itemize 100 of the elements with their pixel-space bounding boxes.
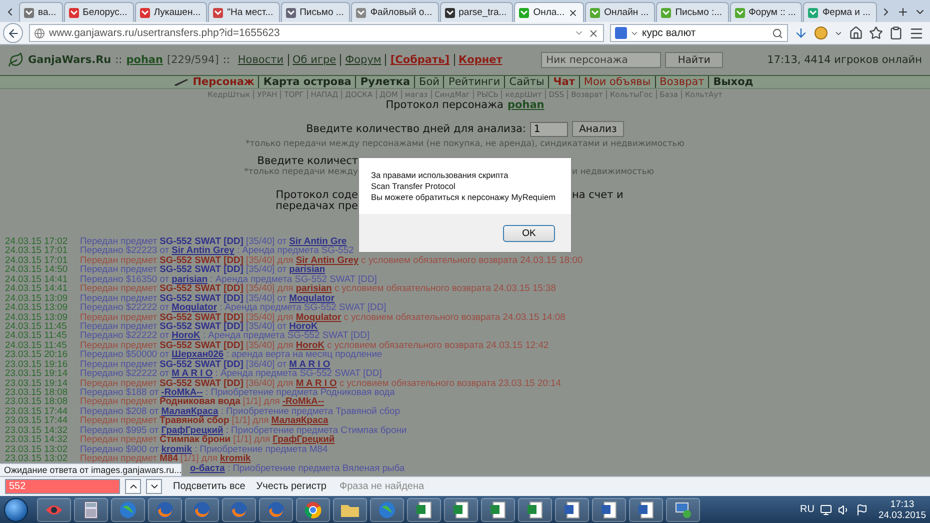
player-link[interactable]: -RoMkA-- <box>282 395 324 406</box>
nav-link[interactable]: Об игре <box>288 54 340 66</box>
note-text: *только передачи между персонажами (не покупка, не аренда), синдикатами и недвижимостью <box>244 139 686 149</box>
taskbar-button[interactable] <box>555 498 589 522</box>
browser-tab[interactable]: Онлайн ... <box>585 2 656 22</box>
menu-item[interactable]: Чат <box>548 76 579 88</box>
player-link[interactable]: HoroK <box>296 338 325 350</box>
player-link[interactable]: Шерхан026 <box>172 348 224 360</box>
previous-button[interactable] <box>125 479 141 494</box>
player-link[interactable]: Moqulator <box>172 301 217 312</box>
home-icon[interactable] <box>849 26 863 40</box>
taskbar-button[interactable] <box>333 498 367 522</box>
log-message: Передан предмет SG-552 SWAT [DD] [35/40] для Sir Antin Grey с условием обязательного возврата 24.03.15 18:00 <box>80 254 583 264</box>
browser-tab[interactable]: ва... <box>19 2 63 22</box>
browser-tab[interactable]: "На мест... <box>208 2 280 22</box>
page-title: Протокол персонажа <box>386 99 504 111</box>
taskbar-button[interactable] <box>407 498 441 522</box>
player-link[interactable]: parisian <box>296 282 332 294</box>
flag-icon[interactable] <box>856 504 868 516</box>
menu-item[interactable]: Сайты <box>504 76 548 88</box>
log-message: Передан предмет SG-552 SWAT [DD] [35/40] для Moqulator с условием обязательного возврата 24.03.15 14:08 <box>80 312 566 321</box>
taskbar-button[interactable] <box>444 498 478 522</box>
site-icon <box>23 6 35 18</box>
back-button[interactable] <box>3 23 23 43</box>
log-message: Передано $50000 от Шерхан026 : аренда верта на месяц продление <box>80 349 382 359</box>
close-icon[interactable] <box>568 8 578 18</box>
download-icon[interactable] <box>794 26 808 40</box>
user-link[interactable]: pohan <box>507 99 544 111</box>
browser-icon <box>156 500 174 518</box>
player-link[interactable]: kromik <box>220 452 251 464</box>
browser-tab[interactable]: Письмо ... <box>280 2 350 22</box>
highlight-all-button[interactable]: Подсветить все <box>173 481 246 492</box>
menu-item[interactable]: Карта острова <box>258 76 356 88</box>
browser-tab[interactable]: Файловый о... <box>351 2 439 22</box>
analyze-button[interactable]: Анализ <box>572 121 624 137</box>
search-field[interactable]: курс валют <box>610 24 788 42</box>
menu-icon[interactable] <box>909 26 924 40</box>
menu-item[interactable]: Мои объявы <box>578 76 655 88</box>
player-link[interactable]: M A R I O <box>289 358 330 369</box>
site-icon <box>807 6 820 18</box>
browser-tab[interactable]: parse_tra... <box>440 2 514 22</box>
browser-tab[interactable]: Письмо :... <box>656 2 729 22</box>
find-button[interactable]: Найти <box>665 52 724 68</box>
next-button[interactable] <box>146 479 162 494</box>
menu-item[interactable]: Рейтинги <box>443 76 504 88</box>
ok-button[interactable]: OK <box>503 224 555 242</box>
menu-item[interactable]: Рулетка <box>355 76 414 88</box>
start-button[interactable] <box>4 498 28 522</box>
player-link[interactable]: ГрафГрецкий <box>161 424 224 435</box>
spreadsheet-icon <box>416 500 432 518</box>
taskbar-button[interactable] <box>370 498 404 522</box>
taskbar-button[interactable] <box>518 498 552 522</box>
user-link[interactable]: pohan <box>126 54 163 66</box>
menu-item[interactable]: Возврат <box>654 76 708 88</box>
player-link[interactable]: HoroK <box>172 329 200 340</box>
nick-field[interactable]: Ник персонажа <box>541 52 662 68</box>
clipboard-icon[interactable] <box>889 26 903 40</box>
star-icon[interactable] <box>869 26 883 40</box>
browser-tab[interactable]: Форум :: ... <box>730 2 802 22</box>
player-link[interactable]: parisian <box>172 272 208 284</box>
player-link[interactable]: Moqulator <box>289 292 334 303</box>
player-link[interactable]: Sir Antin Grey <box>296 254 359 265</box>
player-link[interactable]: M A R I O <box>172 367 213 378</box>
taskbar-button[interactable] <box>592 498 626 522</box>
taskbar-button[interactable] <box>296 498 330 522</box>
monitor-icon[interactable] <box>820 504 832 516</box>
player-link[interactable]: -RoMkA-- <box>161 386 203 397</box>
player-link[interactable]: M A R I O <box>296 376 337 388</box>
taskbar-button[interactable] <box>666 498 700 522</box>
player-link[interactable]: Sir Antin Gre <box>289 235 347 246</box>
find-status: Фраза не найдена <box>340 481 424 492</box>
taskbar-button[interactable] <box>481 498 515 522</box>
taskbar-button[interactable] <box>629 498 663 522</box>
nav-link[interactable]: [Собрать] <box>385 54 454 66</box>
menu-item[interactable]: Выход <box>708 76 758 88</box>
nav-link[interactable]: Корнет <box>454 54 506 66</box>
player-link[interactable]: kromik <box>161 442 192 454</box>
nav-link[interactable]: Новости <box>234 54 288 66</box>
menu-item[interactable]: Бой <box>414 76 444 88</box>
menu-item[interactable]: Персонаж <box>188 76 258 88</box>
extension-icon[interactable] <box>814 26 828 40</box>
player-link[interactable]: Moqulator <box>296 310 342 322</box>
search-icon[interactable] <box>772 28 783 38</box>
browser-tab[interactable]: Лукашен... <box>134 2 208 22</box>
dialog-text: Вы можете обратиться к персонажу MyRequiem <box>371 192 556 203</box>
nav-link[interactable]: Форум <box>340 54 386 66</box>
log-date: 23.03.15 18:08 <box>5 396 68 406</box>
taskbar-button[interactable] <box>74 498 108 522</box>
log-message: Передан предмет SG-552 SWAT [DD] [35/40] от HoroK <box>80 320 318 330</box>
find-field[interactable]: 552 <box>5 479 120 494</box>
browser-tab[interactable]: Онла... <box>514 2 584 22</box>
document-icon <box>564 500 580 518</box>
browser-tab[interactable]: Белорус... <box>64 2 134 22</box>
player-link[interactable]: МалаяКраса <box>161 404 218 416</box>
taskbar-button[interactable] <box>37 498 71 522</box>
days-field[interactable]: 1 <box>530 122 568 136</box>
match-case-button[interactable]: Учесть регистр <box>256 481 326 492</box>
player-link[interactable]: о-баста <box>190 462 225 472</box>
player-link[interactable]: parisian <box>289 263 326 274</box>
browser-tab[interactable]: Ферма и ... <box>803 2 878 22</box>
